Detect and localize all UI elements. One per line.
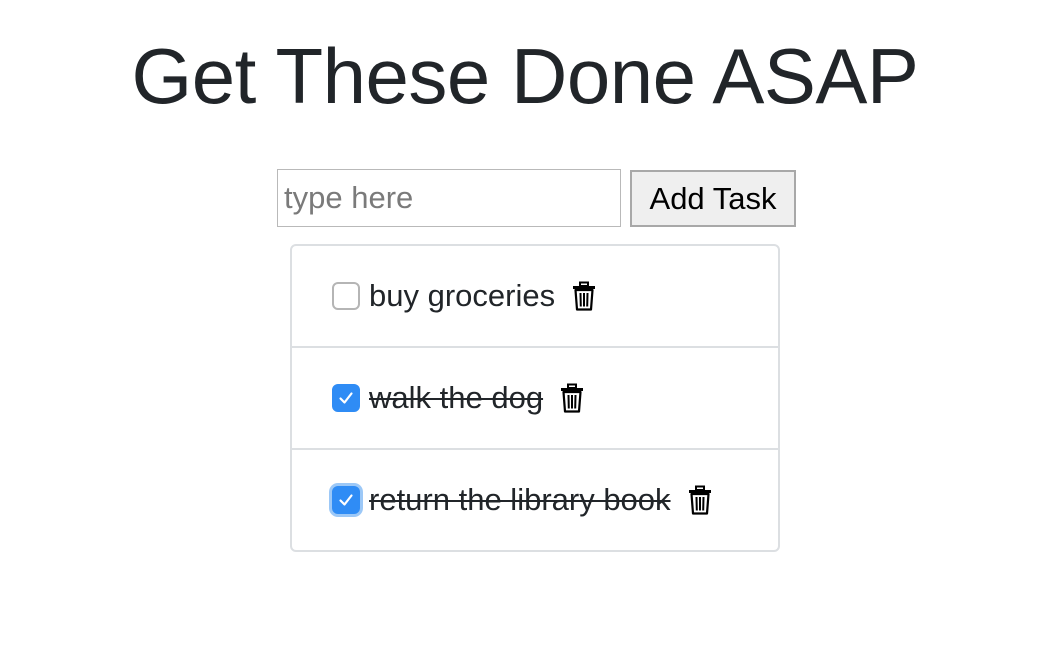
- add-task-form: Add Task: [277, 169, 796, 227]
- task-label: return the library book: [369, 482, 671, 517]
- task-label: buy groceries: [369, 278, 556, 313]
- trash-icon[interactable]: [559, 383, 585, 413]
- checkmark-icon: [339, 392, 353, 404]
- task-checkbox[interactable]: [332, 282, 360, 310]
- task-item: return the library book: [292, 450, 778, 550]
- task-checkbox[interactable]: [332, 486, 360, 514]
- task-label: walk the dog: [369, 380, 544, 415]
- todo-app: Get These Done ASAP Add Task buy groceri…: [0, 0, 1050, 652]
- checkmark-icon: [339, 494, 353, 506]
- trash-icon[interactable]: [571, 281, 597, 311]
- task-item: buy groceries: [292, 246, 778, 348]
- add-task-button[interactable]: Add Task: [630, 170, 796, 227]
- task-input[interactable]: [277, 169, 621, 227]
- task-list: buy groceries walk the dog return the li…: [290, 244, 780, 552]
- task-checkbox[interactable]: [332, 384, 360, 412]
- task-item: walk the dog: [292, 348, 778, 450]
- trash-icon[interactable]: [687, 485, 713, 515]
- page-title: Get These Done ASAP: [131, 32, 919, 120]
